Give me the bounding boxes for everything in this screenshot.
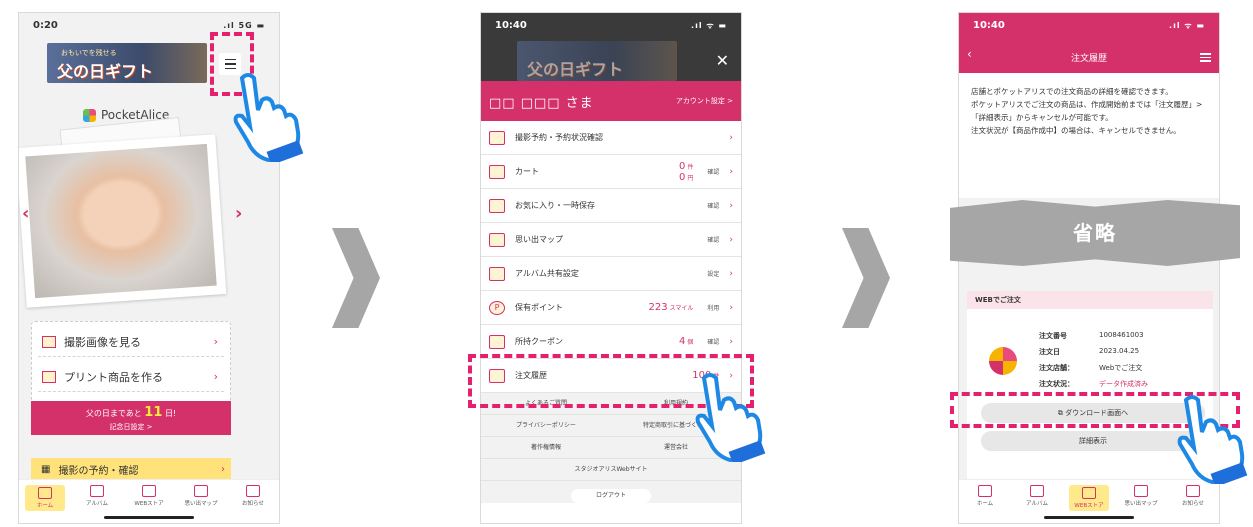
countdown-banner[interactable]: 父の日まであと 11 日! 記念日設定 > [31,401,231,435]
chevron-right-icon: › [729,132,733,143]
points-icon: P [489,300,505,315]
carousel-next-icon[interactable]: › [235,203,242,224]
chevron-right-icon: › [729,336,733,347]
tab-webstore[interactable]: WEBストア [129,485,169,507]
privacy-link[interactable]: プライバシーポリシー [481,415,611,436]
menu-item-booking[interactable]: 撮影予約・予約状況確認 › [481,121,741,155]
account-settings-link[interactable]: アカウント設定 > [676,96,733,106]
bell-icon [246,485,260,497]
order-number: 注文番号 1008461003 [1039,331,1144,340]
menu-item-album-share[interactable]: アルバム共有設定 設定 › [481,257,741,291]
anniversary-settings-link[interactable]: 記念日設定 > [31,422,231,432]
tab-memory-map[interactable]: 思い出マップ [181,485,221,507]
account-header[interactable]: □□ □□□ さま アカウント設定 > [481,81,741,121]
tab-memory-map[interactable]: 思い出マップ [1121,485,1161,507]
status-signal: .ıl 5G ▬ [223,20,265,30]
album-icon [90,485,104,497]
status-time: 0:20 [33,19,58,31]
chevron-right-icon: › [729,200,733,211]
view-photos-row[interactable]: 撮影画像を見る › [38,327,224,357]
coupon-icon [489,334,505,349]
close-icon[interactable]: ✕ [716,51,729,70]
tap-hand-icon [695,373,766,462]
home-indicator [104,516,194,519]
print-products-row[interactable]: プリント商品を作る › [38,362,224,392]
status-bar: 10:40 .ıl ᯤ ▬ [495,19,727,31]
status-bar: 10:40 .ıl ᯤ ▬ [973,19,1205,31]
step-arrow-2 [842,228,890,328]
order-store: 注文店舗： Webでご注文 [1039,364,1143,372]
omitted-banner: 省略 [950,200,1240,266]
home-icon [38,487,52,499]
menu-overlay-top: 10:40 .ıl ᯤ ▬ 父の日ギフト ✕ [481,13,741,81]
chevron-right-icon: › [729,302,733,313]
tap-hand-icon [1177,395,1248,484]
tab-album[interactable]: アルバム [77,485,117,507]
account-name: □□ □□□ さま [489,95,594,111]
tab-notifications[interactable]: お知らせ [1173,485,1213,507]
order-status: 注文状況： データ作成済み [1039,380,1148,388]
order-history-header: 10:40 .ıl ᯤ ▬ ‹ 注文履歴 [959,13,1219,73]
tab-notifications[interactable]: お知らせ [233,485,273,507]
map-icon [489,232,505,247]
tutorial-canvas: 0:20 .ıl 5G ▬ おもいでを残せる 父の日ギフト PocketAlic… [0,0,1253,527]
tab-album[interactable]: アルバム [1017,485,1057,507]
tab-webstore[interactable]: WEBストア [1069,485,1109,511]
bell-icon [1186,485,1200,497]
chevron-right-icon: › [213,370,218,383]
share-icon [489,266,505,281]
store-icon [142,485,156,497]
fathers-day-banner: 父の日ギフト [517,41,677,81]
calendar-icon: ▦ [41,463,51,475]
web-order-icon [989,347,1017,375]
chevron-right-icon: › [213,335,218,348]
page-title: 注文履歴 [1070,54,1107,64]
chevron-right-icon: › [729,234,733,245]
star-icon [489,198,505,213]
hamburger-menu-icon[interactable] [1200,53,1211,62]
carousel-prev-icon[interactable]: ‹ [22,203,29,224]
banner-title: 父の日ギフト [57,62,154,81]
menu-item-cart[interactable]: カート 0件0円 確認 › [481,155,741,189]
menu-item-points[interactable]: P 保有ポイント 223 スマイル 利用 › [481,291,741,325]
print-icon [42,370,56,383]
chevron-right-icon: › [729,166,733,177]
home-indicator [1044,516,1134,519]
tap-hand-icon [233,73,304,162]
studio-alice-website-link[interactable]: スタジオアリスWebサイト [481,459,741,480]
copyright-link[interactable]: 著作権情報 [481,437,611,458]
map-icon [194,485,208,497]
banner-small-text: おもいでを残せる [61,49,117,57]
pocketalice-logo-icon [83,108,96,122]
store-icon [1082,487,1096,499]
tab-home[interactable]: ホーム [965,485,1005,507]
step-arrow-1 [332,228,380,328]
calendar-icon [489,130,505,145]
map-icon [1134,485,1148,497]
fathers-day-banner[interactable]: おもいでを残せる 父の日ギフト [47,43,207,83]
tab-home[interactable]: ホーム [25,485,65,511]
order-date: 注文日 2023.04.25 [1039,347,1140,356]
cart-icon [489,164,505,179]
chevron-right-icon: › [221,463,225,475]
logout-button[interactable]: ログアウト [571,489,651,503]
photo-menu-card: 撮影画像を見る › プリント商品を作る › [31,321,231,403]
countdown-days: 11 [144,405,163,420]
home-icon [978,485,992,497]
order-notice: 店舗とポケットアリスでの注文商品の詳細を確認できます。 ポケットアリスでご注文の… [959,73,1219,198]
chevron-right-icon: › [729,268,733,279]
photo-icon [42,335,56,348]
menu-item-memory-map[interactable]: 思い出マップ 確認 › [481,223,741,257]
baby-photo[interactable] [19,134,227,308]
booking-row[interactable]: ▦ 撮影の予約・確認 › [31,458,231,480]
order-section-header: WEBでご注文 [967,291,1213,309]
menu-item-favorites[interactable]: お気に入り・一時保存 確認 › [481,189,741,223]
album-icon [1030,485,1044,497]
